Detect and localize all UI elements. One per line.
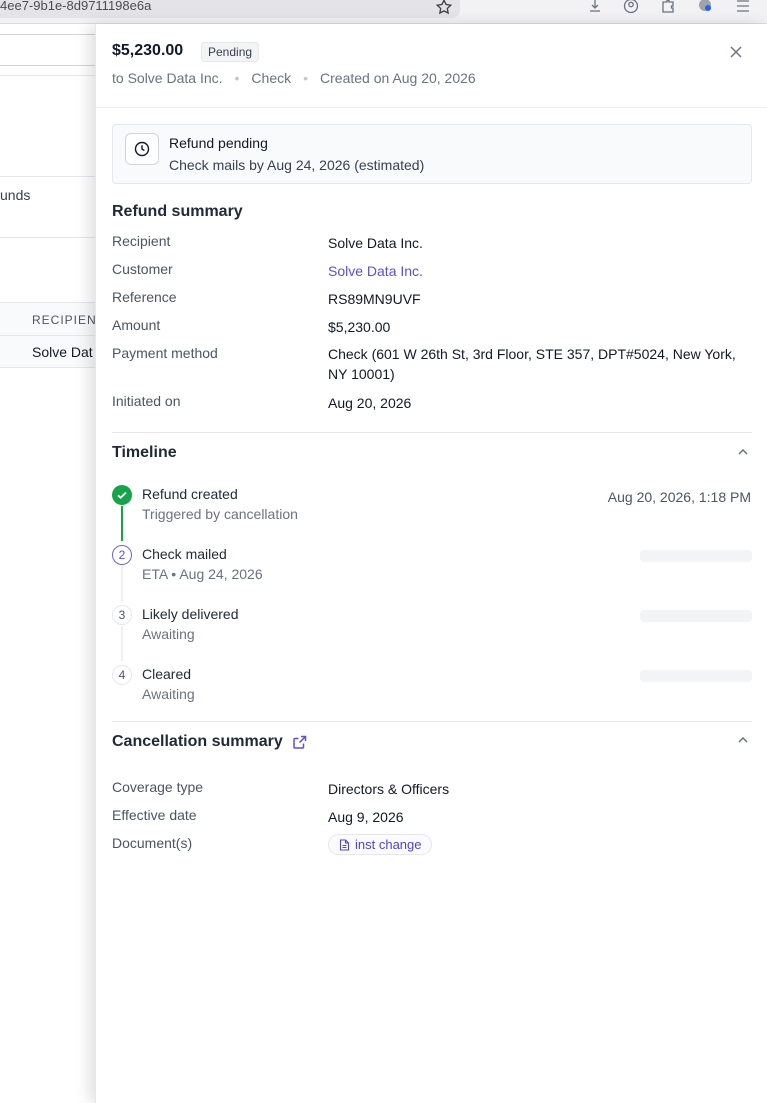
- value-reference: RS89MN9UVF: [328, 291, 421, 307]
- timeline-step-date: Aug 20, 2026, 1:18 PM: [607, 489, 751, 505]
- status-badge: Pending: [201, 42, 260, 62]
- value-amount: $5,230.00: [328, 319, 391, 335]
- column-header-recipient[interactable]: RECIPIEN: [32, 313, 95, 327]
- timeline-step-subtitle: Awaiting: [142, 686, 195, 702]
- label-reference: Reference: [112, 289, 177, 305]
- table-row[interactable]: Solve Dat: [0, 336, 95, 368]
- alert-title: Refund pending: [169, 135, 268, 151]
- close-icon[interactable]: [728, 44, 744, 60]
- document-icon: [339, 839, 350, 851]
- chevron-up-icon[interactable]: [736, 445, 750, 459]
- loading-placeholder: [640, 550, 752, 562]
- step-number-badge: 2: [112, 545, 132, 565]
- divider: [0, 75, 95, 76]
- profile-icon[interactable]: [697, 0, 713, 14]
- value-recipient: Solve Data Inc.: [328, 235, 423, 251]
- document-chip[interactable]: inst change: [328, 834, 432, 855]
- separator-dot: •: [303, 70, 309, 86]
- background-table-header: RECIPIEN: [0, 302, 95, 336]
- step-number-badge: 4: [112, 665, 132, 685]
- value-effective-date: Aug 9, 2026: [328, 809, 404, 825]
- browser-toolbar: 4ee7-9b1e-8d9711198e6a: [0, 0, 767, 24]
- timeline-step-subtitle: ETA • Aug 24, 2026: [142, 566, 263, 582]
- bookmark-star-icon[interactable]: [435, 0, 453, 16]
- value-initiated-on: Aug 20, 2026: [328, 395, 412, 411]
- divider: [0, 237, 95, 238]
- timeline-connector: [121, 626, 123, 661]
- timeline-connector: [121, 566, 123, 601]
- check-circle-icon: [112, 485, 132, 505]
- timeline-step-subtitle: Awaiting: [142, 626, 195, 642]
- label-coverage-type: Coverage type: [112, 779, 204, 795]
- extensions-icon[interactable]: [660, 0, 676, 14]
- background-search-input[interactable]: [0, 34, 95, 66]
- menu-icon[interactable]: [735, 0, 751, 14]
- address-bar[interactable]: 4ee7-9b1e-8d9711198e6a: [0, 0, 460, 18]
- divider: [0, 176, 95, 177]
- document-chip-label: inst change: [355, 837, 422, 852]
- section-divider: [112, 432, 752, 433]
- timeline-step-title: Likely delivered: [142, 606, 239, 622]
- recipient-line: to Solve Data Inc.: [112, 70, 223, 86]
- refund-detail-panel: $5,230.00 Pending to Solve Data Inc. • Che…: [95, 24, 767, 1103]
- alert-subtitle: Check mails by Aug 24, 2026 (estimated): [169, 157, 425, 173]
- loading-placeholder: [640, 670, 752, 682]
- timeline-title: Timeline: [112, 444, 177, 461]
- value-coverage-type: Directors & Officers: [328, 781, 450, 797]
- label-effective-date: Effective date: [112, 807, 197, 823]
- table-cell-recipient: Solve Dat: [32, 344, 93, 360]
- download-icon[interactable]: [587, 0, 603, 14]
- header-divider: [96, 107, 767, 108]
- label-payment-method: Payment method: [112, 345, 218, 361]
- refund-subline: to Solve Data Inc. • Check • Created on Aug …: [112, 70, 476, 86]
- value-payment-method: Check (601 W 26th St, 3rd Floor, STE 357…: [328, 346, 736, 382]
- external-link-icon[interactable]: [292, 734, 308, 750]
- label-amount: Amount: [112, 317, 161, 333]
- background-page: unds RECIPIEN Solve Dat: [0, 24, 95, 1103]
- label-recipient: Recipient: [112, 233, 171, 249]
- customer-link[interactable]: Solve Data Inc.: [328, 261, 738, 281]
- label-initiated-on: Initiated on: [112, 393, 181, 409]
- label-documents: Document(s): [112, 835, 193, 851]
- refund-status-alert: Refund pending Check mails by Aug 24, 20…: [112, 124, 752, 184]
- timeline-step-title: Check mailed: [142, 546, 227, 562]
- url-text: 4ee7-9b1e-8d9711198e6a: [0, 0, 152, 13]
- background-label: unds: [0, 187, 31, 203]
- timeline-connector: [121, 506, 123, 541]
- timeline-step-subtitle: Triggered by cancellation: [142, 506, 298, 522]
- refund-summary-title: Refund summary: [112, 203, 243, 220]
- step-number-badge: 3: [112, 605, 132, 625]
- clock-icon: [125, 133, 159, 165]
- label-customer: Customer: [112, 261, 173, 277]
- timeline-step-title: Cleared: [142, 666, 192, 682]
- timeline-step-title: Refund created: [142, 486, 238, 502]
- created-date: Created on Aug 20, 2026: [320, 70, 476, 86]
- refund-amount: $5,230.00: [112, 42, 184, 59]
- loading-placeholder: [640, 610, 752, 622]
- chevron-up-icon[interactable]: [736, 733, 750, 747]
- cancellation-summary-title: Cancellation summary: [112, 733, 283, 750]
- payment-method-label: Check: [251, 70, 292, 86]
- account-icon[interactable]: [623, 0, 639, 14]
- separator-dot: •: [234, 70, 240, 86]
- section-divider: [112, 721, 752, 722]
